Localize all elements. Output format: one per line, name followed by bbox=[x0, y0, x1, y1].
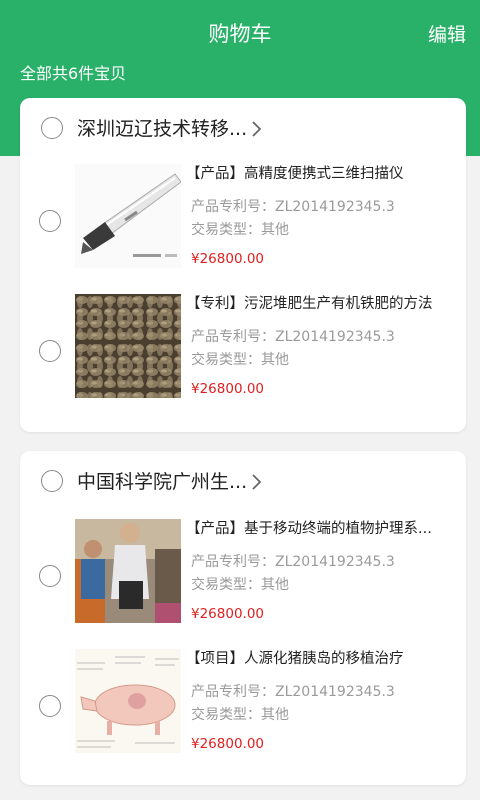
item-info: 【产品】基于移动终端的植物护理系... 产品专利号：ZL2014192345.3… bbox=[186, 519, 456, 623]
item-price: ¥26800.00 bbox=[191, 381, 265, 397]
item-info: 【产品】高精度便携式三维扫描仪 产品专利号：ZL2014192345.3 交易类… bbox=[186, 164, 456, 268]
item-price: ¥26800.00 bbox=[191, 251, 265, 267]
cart-item[interactable]: 【专利】污泥堆肥生产有机铁肥的方法 产品专利号：ZL2014192345.3 交… bbox=[20, 294, 466, 404]
item-title[interactable]: 【专利】污泥堆肥生产有机铁肥的方法 bbox=[186, 294, 456, 314]
item-trade-type: 交易类型：其他 bbox=[191, 222, 289, 238]
item-patent-number: 产品专利号：ZL2014192345.3 bbox=[191, 199, 395, 215]
item-trade-type: 交易类型：其他 bbox=[191, 577, 289, 593]
product-image-3d-scanner[interactable] bbox=[75, 164, 181, 268]
item-trade-type: 交易类型：其他 bbox=[191, 352, 289, 368]
chevron-right-icon[interactable] bbox=[250, 120, 264, 138]
top-bar: 购物车 编辑 bbox=[0, 0, 480, 64]
item-title[interactable]: 【产品】基于移动终端的植物护理系... bbox=[186, 519, 456, 539]
item-info: 【项目】人源化猪胰岛的移植治疗 产品专利号：ZL2014192345.3 交易类… bbox=[186, 649, 456, 753]
cart-item[interactable]: 【产品】高精度便携式三维扫描仪 产品专利号：ZL2014192345.3 交易类… bbox=[20, 164, 466, 274]
store-name[interactable]: 中国科学院广州生... bbox=[77, 467, 247, 494]
edit-button[interactable]: 编辑 bbox=[428, 20, 466, 47]
store-name[interactable]: 深圳迈辽技术转移... bbox=[77, 114, 247, 141]
item-patent-number: 产品专利号：ZL2014192345.3 bbox=[191, 684, 395, 700]
item-title[interactable]: 【项目】人源化猪胰岛的移植治疗 bbox=[186, 649, 456, 669]
item-price: ¥26800.00 bbox=[191, 736, 265, 752]
total-count-text: 全部共6件宝贝 bbox=[20, 64, 127, 83]
store-card: 深圳迈辽技术转移... 【产品】高精度便携式三维扫描仪 产品专利号：ZL2014… bbox=[20, 98, 466, 432]
item-title[interactable]: 【产品】高精度便携式三维扫描仪 bbox=[186, 164, 456, 184]
cart-item[interactable]: 【项目】人源化猪胰岛的移植治疗 产品专利号：ZL2014192345.3 交易类… bbox=[20, 649, 466, 759]
cart-item[interactable]: 【产品】基于移动终端的植物护理系... 产品专利号：ZL2014192345.3… bbox=[20, 519, 466, 629]
store-select-radio[interactable] bbox=[41, 117, 63, 139]
item-trade-type: 交易类型：其他 bbox=[191, 707, 289, 723]
product-image-fertilizer-pellets[interactable] bbox=[75, 294, 181, 398]
page-title: 购物车 bbox=[208, 22, 272, 46]
store-header[interactable]: 深圳迈辽技术转移... bbox=[20, 98, 466, 158]
product-image-pig-illustration[interactable] bbox=[75, 649, 181, 753]
item-select-radio[interactable] bbox=[39, 340, 61, 362]
store-card: 中国科学院广州生... 【产品】基于移动终端的植物护理系... 产品专利号：ZL… bbox=[20, 451, 466, 785]
product-image-plant-care-system[interactable] bbox=[75, 519, 181, 623]
item-select-radio[interactable] bbox=[39, 565, 61, 587]
item-price: ¥26800.00 bbox=[191, 606, 265, 622]
item-select-radio[interactable] bbox=[39, 210, 61, 232]
item-info: 【专利】污泥堆肥生产有机铁肥的方法 产品专利号：ZL2014192345.3 交… bbox=[186, 294, 456, 398]
item-patent-number: 产品专利号：ZL2014192345.3 bbox=[191, 329, 395, 345]
item-select-radio[interactable] bbox=[39, 695, 61, 717]
store-select-radio[interactable] bbox=[41, 470, 63, 492]
item-patent-number: 产品专利号：ZL2014192345.3 bbox=[191, 554, 395, 570]
chevron-right-icon[interactable] bbox=[250, 473, 264, 491]
store-header[interactable]: 中国科学院广州生... bbox=[20, 451, 466, 511]
